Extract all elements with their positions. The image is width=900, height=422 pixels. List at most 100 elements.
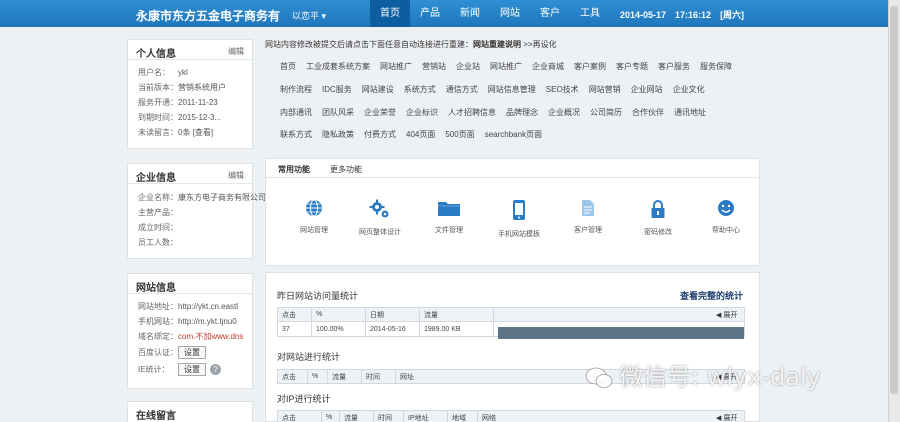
table-cell: 100.00% [311, 321, 366, 337]
tool-mobile-template[interactable]: 手机网站模板 [489, 199, 549, 239]
nav-products[interactable]: 产品 [410, 0, 450, 27]
main-nav: 首页 产品 新闻 网站 客户 工具 [370, 0, 610, 27]
edit-link[interactable]: 编辑 [228, 170, 244, 181]
page-link[interactable]: 内部通讯 [280, 107, 312, 118]
nav-customers[interactable]: 客户 [530, 0, 570, 27]
nav-website[interactable]: 网站 [490, 0, 530, 27]
column-header: 日期 [365, 307, 420, 322]
page-link[interactable]: 企业站 [456, 61, 480, 72]
rebuild-notice: 网站内容修改被提交后请点击下面任意自动连接进行重建：网站重建说明 >>再设化 [265, 39, 557, 50]
wechat-watermark: 微信号: wlyx-daly [585, 357, 821, 392]
tab-common-functions[interactable]: 常用功能 [278, 164, 310, 175]
edit-link[interactable]: 编辑 [228, 46, 244, 57]
tool-password-change[interactable]: 密码修改 [628, 199, 688, 237]
column-header: 时间 [373, 410, 404, 422]
unread-messages-link[interactable]: 0条 [查看] [178, 128, 213, 137]
datetime: 2014-05-17 17:16:12 [周六] [620, 10, 745, 20]
field-label: 主营产品： [138, 208, 178, 217]
panel-title: 企业信息 [136, 173, 176, 184]
baidu-settings-button[interactable]: 设置 [178, 346, 206, 359]
expand-link[interactable]: ◀ 展开 [716, 310, 737, 320]
page-link[interactable]: searchbank页面 [485, 129, 542, 140]
nav-news[interactable]: 新闻 [450, 0, 490, 27]
wechat-icon [585, 367, 613, 388]
tool-page-design[interactable]: 网页整体设计 [350, 199, 410, 237]
nav-tools[interactable]: 工具 [570, 0, 610, 27]
field-label: 当前版本： [138, 83, 178, 92]
field-label: 手机网站： [138, 317, 178, 326]
scrollbar-thumb[interactable] [890, 6, 898, 394]
page-link[interactable]: 服务保障 [700, 61, 732, 72]
field-label: IE统计： [138, 365, 170, 374]
panel-title: 在线留言 [136, 411, 176, 422]
globe-icon [306, 199, 322, 217]
page-link[interactable]: 通讯地址 [674, 107, 706, 118]
tool-customer-manage[interactable]: 客户管理 [558, 199, 618, 235]
column-header: 流量 [327, 369, 362, 384]
page-links-row: 联系方式 隐私政策 付费方式 404页面 500页面 searchbank页面 [280, 129, 552, 140]
page-link[interactable]: 企业荣誉 [364, 107, 396, 118]
page-link[interactable]: 品牌理念 [506, 107, 538, 118]
tab-more-functions[interactable]: 更多功能 [330, 164, 362, 175]
page-link[interactable]: 网站信息管理 [488, 84, 536, 95]
page-link[interactable]: SEO技术 [546, 84, 579, 95]
watermark-text: 微信号: wlyx-daly [619, 363, 821, 391]
tool-website-manage[interactable]: 网站管理 [284, 199, 344, 235]
column-header: 点击 [277, 369, 308, 384]
page-link[interactable]: 企业标识 [406, 107, 438, 118]
page-link[interactable]: 网站推广 [380, 61, 412, 72]
expand-link[interactable]: ◀ 展开 [716, 413, 737, 422]
tool-file-manage[interactable]: 文件管理 [419, 199, 479, 235]
nav-home[interactable]: 首页 [370, 0, 410, 27]
tool-label: 手机网站模板 [498, 231, 540, 238]
ip-stats-table: 点击 % 流量 时间 IP地址 地域 网络 [277, 410, 745, 422]
page-link[interactable]: 营销站 [422, 61, 446, 72]
page-link[interactable]: 网站营销 [589, 84, 621, 95]
field-value: 康东方电子商务有限公司 [178, 193, 266, 202]
page-link[interactable]: 工业成套系统方案 [306, 61, 370, 72]
notice-text: 网站内容修改被提交后请点击下面任意自动连接进行重建： [265, 40, 473, 49]
page-link[interactable]: 企业概况 [548, 107, 580, 118]
domain-bind-link[interactable]: com.不加www.dns [178, 332, 243, 341]
rebuild-link[interactable]: >>再设化 [523, 40, 556, 49]
page-link[interactable]: 客户服务 [658, 61, 690, 72]
page-link[interactable]: 客户案例 [574, 61, 606, 72]
page-link[interactable]: 企业网站 [631, 84, 663, 95]
page-link[interactable]: 公司简历 [590, 107, 622, 118]
field-label: 服务开通： [138, 98, 178, 107]
tool-help-center[interactable]: 帮助中心 [696, 199, 756, 235]
field-value: ykl [178, 68, 188, 77]
page-link[interactable]: 首页 [280, 61, 296, 72]
page-link[interactable]: 500页面 [445, 129, 474, 140]
tool-label: 文件管理 [435, 227, 463, 234]
field-label: 员工人数： [138, 238, 178, 247]
page-link[interactable]: 系统方式 [404, 84, 436, 95]
mobile-url-link[interactable]: http://m.ykt.tjnu0 [178, 317, 237, 326]
website-url-link[interactable]: http://ykt.cn.eastl [178, 302, 238, 311]
page-link[interactable]: 客户专题 [616, 61, 648, 72]
page-link[interactable]: 付费方式 [364, 129, 396, 140]
page-link[interactable]: 合作伙伴 [632, 107, 664, 118]
page-link[interactable]: 企业商城 [532, 61, 564, 72]
page-link[interactable]: 网站推广 [490, 61, 522, 72]
field-label: 企业名称： [138, 193, 178, 202]
page-link[interactable]: 隐私政策 [322, 129, 354, 140]
help-icon[interactable]: ? [210, 364, 221, 375]
page-link[interactable]: 团队风采 [322, 107, 354, 118]
full-stats-link[interactable]: 查看完整的统计 [680, 289, 743, 302]
user-menu[interactable]: 以恋平 ▾ [292, 9, 326, 22]
page-link[interactable]: 制作流程 [280, 84, 312, 95]
page-link[interactable]: 通信方式 [446, 84, 478, 95]
page-link[interactable]: 联系方式 [280, 129, 312, 140]
tool-label: 网站管理 [300, 227, 328, 234]
column-header: IP地址 [403, 410, 448, 422]
traffic-bar [498, 327, 744, 339]
ie-stats-settings-button[interactable]: 设置 [178, 363, 206, 376]
field-label: 到期时间： [138, 113, 178, 122]
page-link[interactable]: 404页面 [406, 129, 435, 140]
page-link[interactable]: 人才招聘信息 [448, 107, 496, 118]
page-link[interactable]: 网站建设 [362, 84, 394, 95]
rebuild-help-link[interactable]: 网站重建说明 [473, 40, 521, 49]
page-link[interactable]: IDC服务 [322, 84, 352, 95]
page-link[interactable]: 企业文化 [673, 84, 705, 95]
